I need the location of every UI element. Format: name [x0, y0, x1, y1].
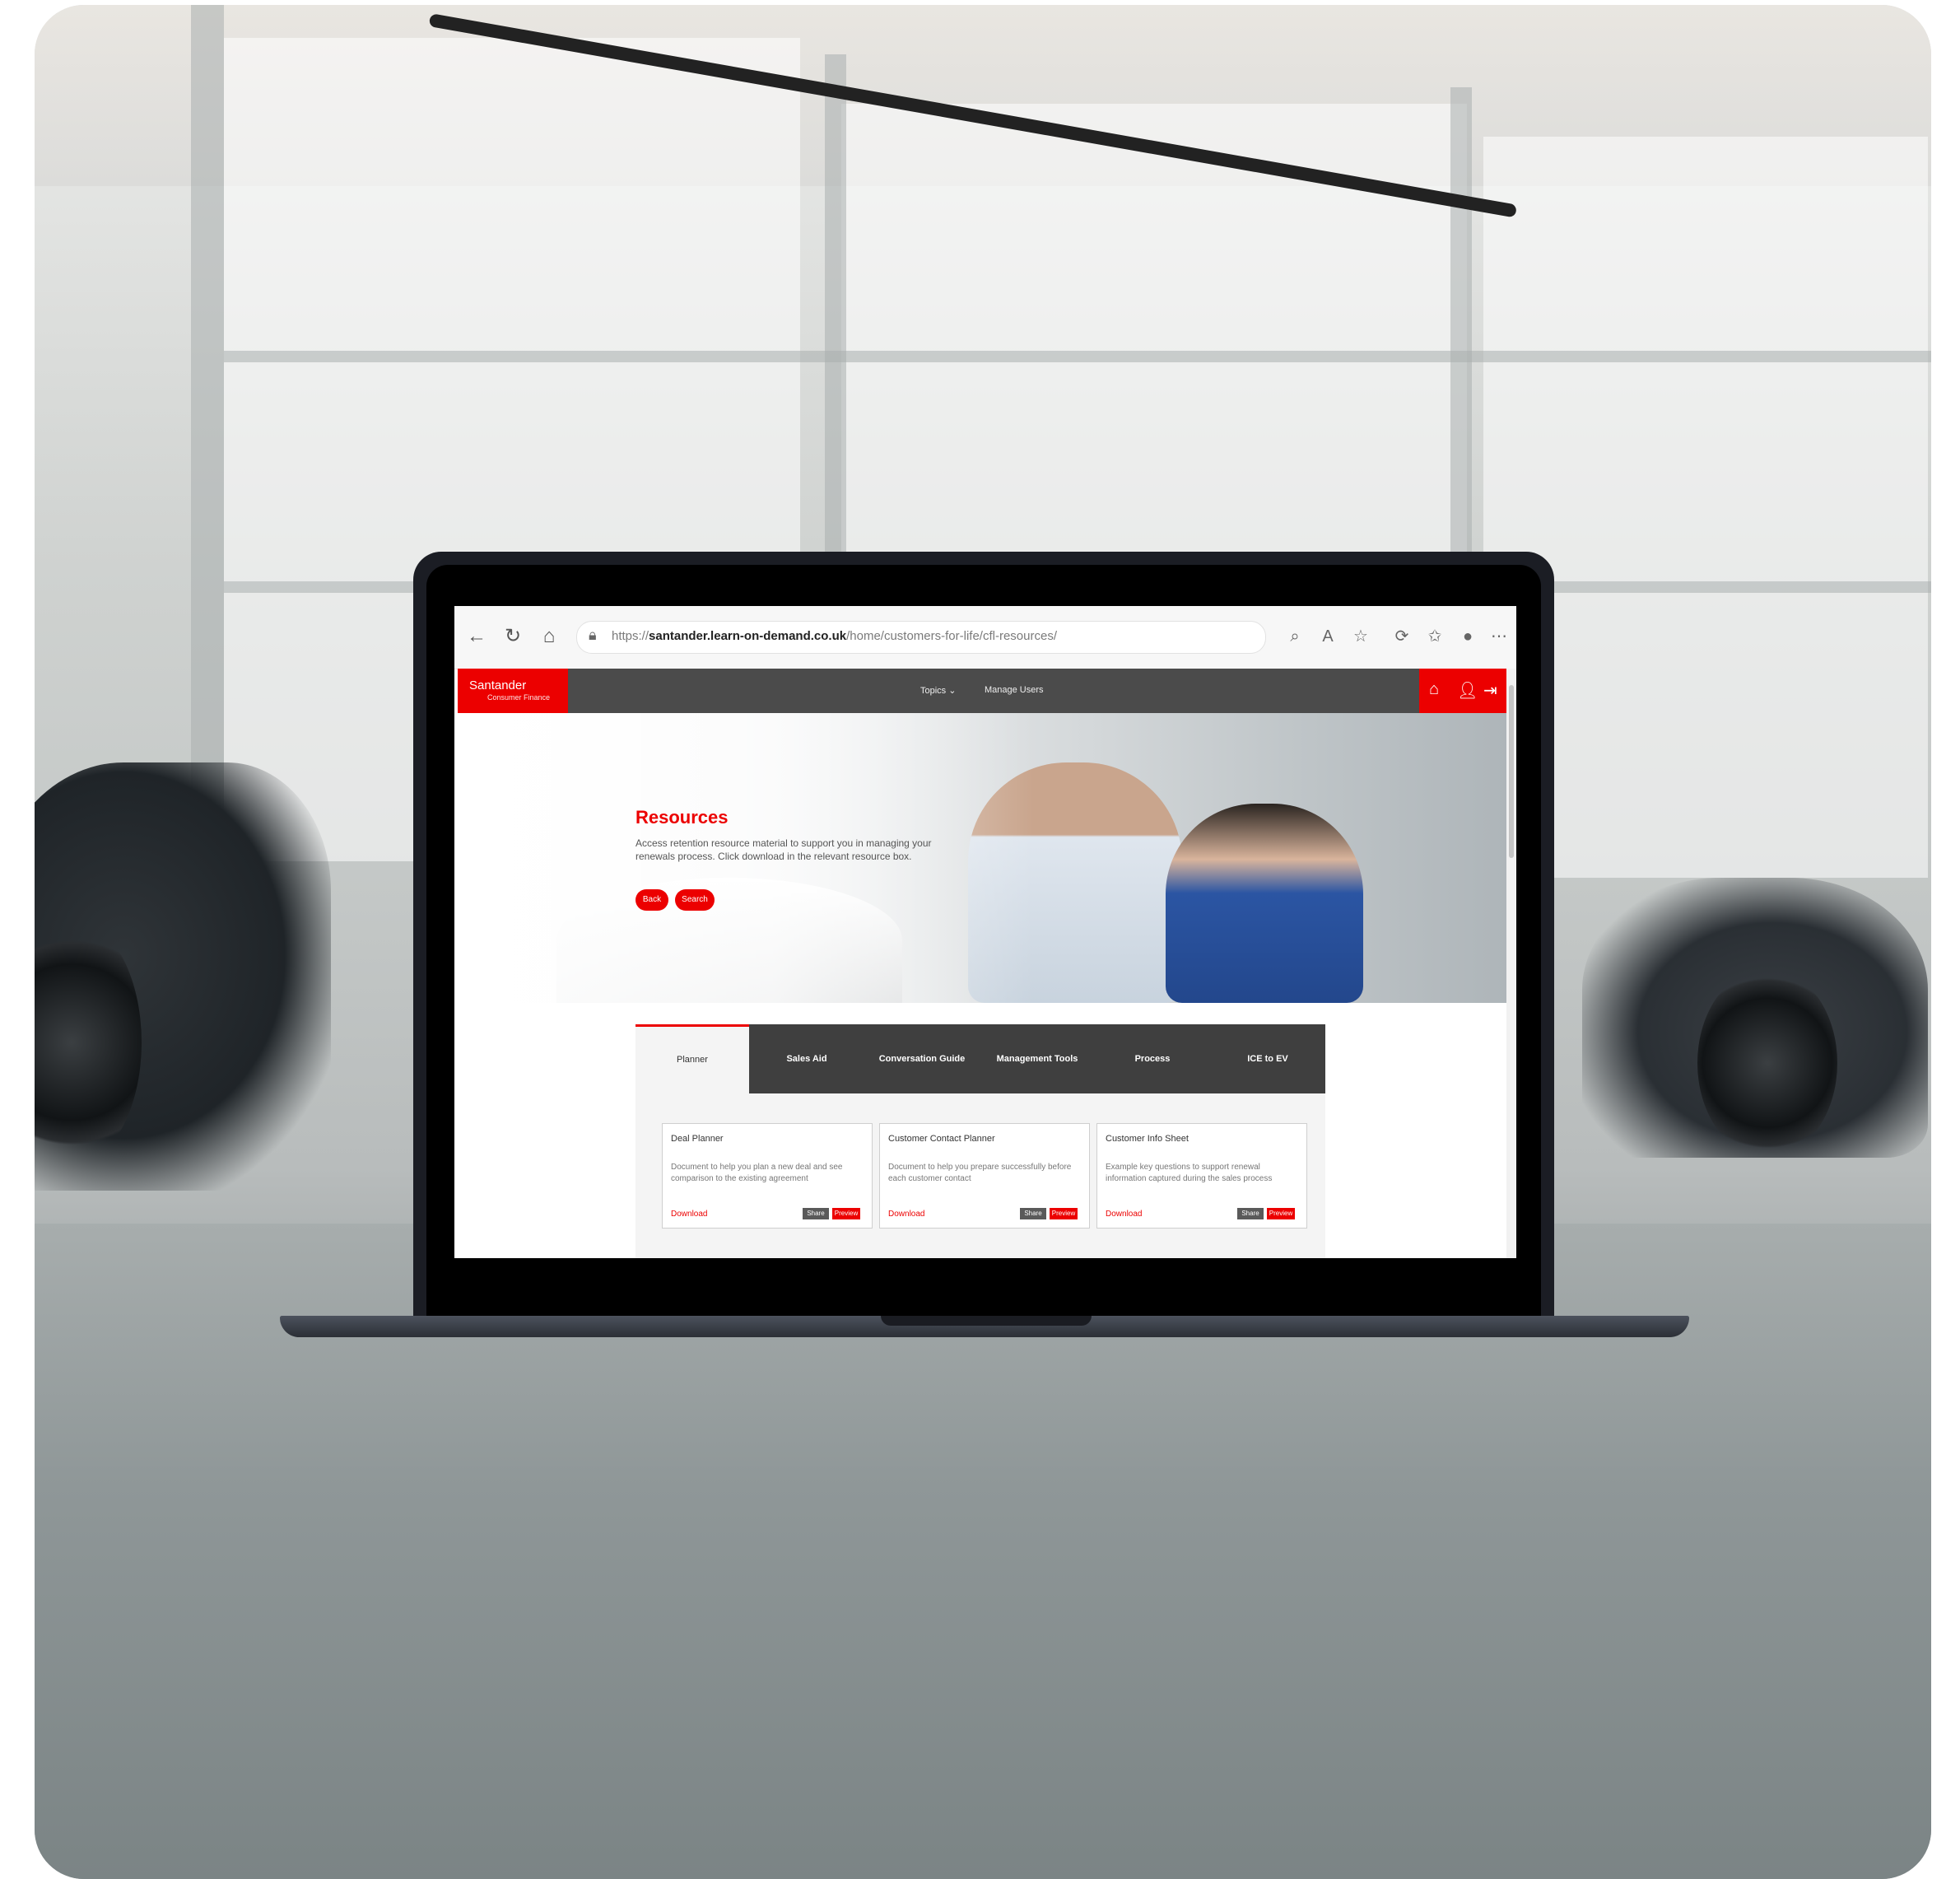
- laptop-notch: [881, 1316, 1092, 1326]
- back-arrow-icon[interactable]: ←: [464, 624, 489, 649]
- back-button[interactable]: Back: [635, 889, 668, 911]
- site-navbar: Santander Consumer Finance Topics ⌄ Mana…: [458, 669, 1506, 713]
- home-icon[interactable]: ⌂: [1429, 680, 1439, 699]
- page-title: Resources: [635, 807, 729, 828]
- resource-card: Deal Planner Document to help you plan a…: [662, 1123, 873, 1229]
- tab-panel: Deal Planner Document to help you plan a…: [635, 1093, 1325, 1258]
- tab-management-tools[interactable]: Management Tools: [980, 1024, 1095, 1093]
- share-button[interactable]: Share: [1237, 1208, 1264, 1219]
- card-title: Customer Contact Planner: [888, 1134, 995, 1144]
- download-link[interactable]: Download: [1106, 1210, 1142, 1219]
- brand-subtitle: Consumer Finance: [487, 693, 551, 702]
- download-link[interactable]: Download: [671, 1210, 707, 1219]
- nav-icon-group: ⌂ 👤︎ ⇥: [1419, 669, 1506, 713]
- card-description: Document to help you plan a new deal and…: [671, 1163, 843, 1183]
- resource-card: Customer Contact Planner Document to hel…: [879, 1123, 1090, 1229]
- address-bar[interactable]: 🔒︎ https://santander.learn-on-demand.co.…: [576, 621, 1266, 654]
- tab-sales-aid[interactable]: Sales Aid: [749, 1024, 864, 1093]
- tab-planner[interactable]: Planner: [635, 1024, 749, 1093]
- read-aloud-icon[interactable]: A: [1315, 624, 1340, 649]
- zoom-icon[interactable]: ⌕: [1283, 624, 1307, 649]
- logout-icon[interactable]: ⇥: [1483, 680, 1497, 701]
- brand-name: Santander: [469, 678, 527, 692]
- favorite-star-icon[interactable]: ☆: [1348, 624, 1373, 649]
- preview-button[interactable]: Preview: [832, 1208, 860, 1219]
- preview-button[interactable]: Preview: [1050, 1208, 1078, 1219]
- menu-topics[interactable]: Topics ⌄: [920, 685, 956, 696]
- browser-toolbar: ← ↻ ⌂ 🔒︎ https://santander.learn-on-dema…: [454, 606, 1516, 669]
- hero-banner: Resources Access retention resource mate…: [458, 713, 1506, 1003]
- extensions-icon[interactable]: ⟳: [1390, 624, 1414, 649]
- car-wheel: [1697, 968, 1837, 1158]
- menu-manage-users[interactable]: Manage Users: [985, 685, 1044, 695]
- resource-card: Customer Info Sheet Example key question…: [1096, 1123, 1307, 1229]
- page-scrollbar[interactable]: [1506, 669, 1516, 1258]
- card-description: Document to help you prepare successfull…: [888, 1163, 1072, 1183]
- card-description: Example key questions to support renewal…: [1106, 1163, 1273, 1183]
- preview-button[interactable]: Preview: [1267, 1208, 1295, 1219]
- tab-conversation-guide[interactable]: Conversation Guide: [864, 1024, 980, 1093]
- share-button[interactable]: Share: [1020, 1208, 1046, 1219]
- more-icon[interactable]: ⋯: [1487, 624, 1511, 649]
- window-mullion: [224, 351, 1931, 362]
- home-icon[interactable]: ⌂: [537, 624, 561, 649]
- scrollbar-thumb[interactable]: [1509, 685, 1514, 858]
- laptop-screen: ← ↻ ⌂ 🔒︎ https://santander.learn-on-dema…: [454, 606, 1516, 1258]
- hero-person-image: [1166, 804, 1363, 1003]
- santander-logo[interactable]: Santander Consumer Finance: [458, 669, 568, 713]
- tab-process[interactable]: Process: [1095, 1024, 1210, 1093]
- profile-icon[interactable]: ●: [1455, 624, 1480, 649]
- card-title: Deal Planner: [671, 1134, 724, 1144]
- user-icon[interactable]: 👤︎: [1457, 680, 1478, 701]
- download-link[interactable]: Download: [888, 1210, 924, 1219]
- search-button[interactable]: Search: [675, 889, 715, 911]
- page-description: Access retention resource material to su…: [635, 837, 932, 862]
- share-button[interactable]: Share: [803, 1208, 829, 1219]
- favorites-icon[interactable]: ✩: [1422, 624, 1447, 649]
- refresh-icon[interactable]: ↻: [500, 624, 525, 649]
- url-text: https://santander.learn-on-demand.co.uk/…: [612, 629, 1057, 643]
- resource-tabs: Planner Sales Aid Conversation Guide Man…: [635, 1024, 1325, 1093]
- card-title: Customer Info Sheet: [1106, 1134, 1189, 1144]
- tab-ice-to-ev[interactable]: ICE to EV: [1210, 1024, 1325, 1093]
- lock-icon: 🔒︎: [589, 627, 597, 643]
